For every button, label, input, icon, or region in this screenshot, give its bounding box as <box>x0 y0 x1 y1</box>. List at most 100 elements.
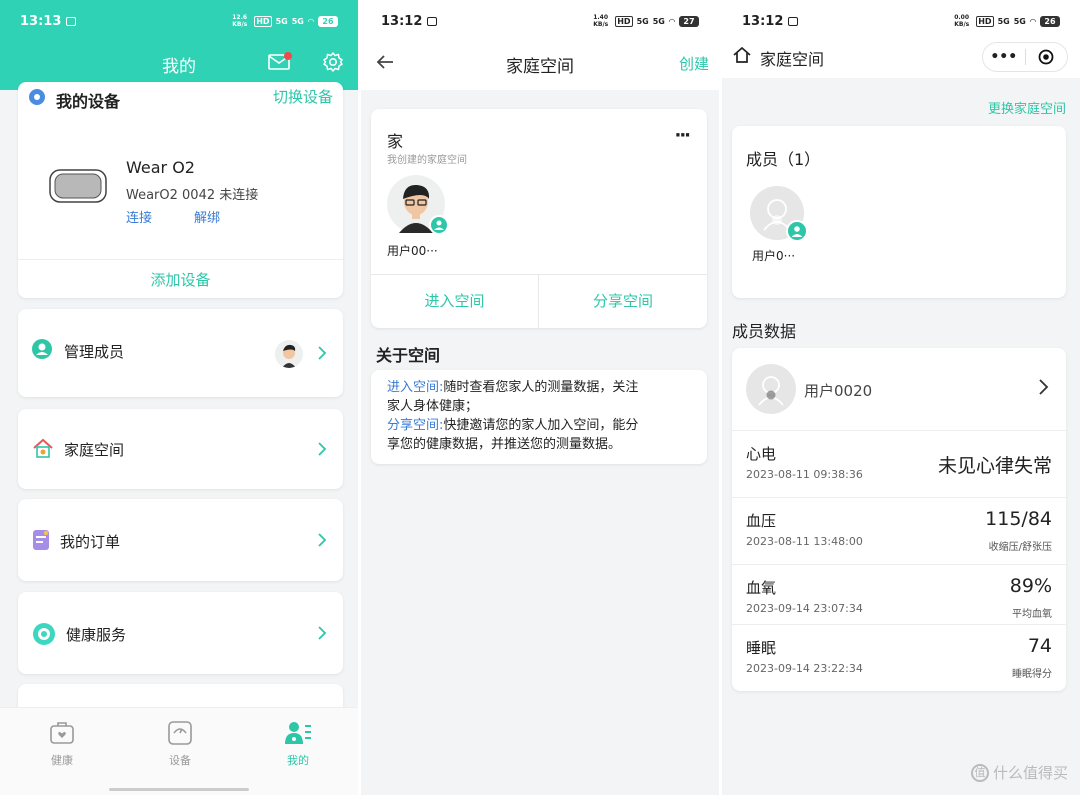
unbind-link[interactable]: 解绑 <box>194 207 220 226</box>
top-bar: 13:12 1.40 KB/s HD 5G 5G ◠ 27 家庭空间 创建 <box>361 0 719 90</box>
net-speed: 1.40 KB/s <box>593 14 609 28</box>
watch-device-icon <box>48 168 108 204</box>
battery-icon: 27 <box>679 15 699 27</box>
share-space-label: 分享空间 <box>592 292 653 310</box>
chevron-right-icon <box>1036 378 1050 396</box>
wifi-icon: ◠ <box>1029 16 1036 26</box>
mail-icon[interactable] <box>268 52 292 72</box>
member-avatar <box>387 175 449 235</box>
status-bar: 13:12 1.40 KB/s HD 5G 5G ◠ 27 <box>361 0 719 42</box>
about-enter-text-2: 家人身体健康； <box>387 399 479 414</box>
connect-link[interactable]: 连接 <box>126 207 152 226</box>
nav-device-label: 设备 <box>169 754 191 767</box>
metric-time: 2023-08-11 09:38:36 <box>746 468 863 481</box>
member-avatar <box>750 186 808 242</box>
signal-1: 5G <box>636 16 649 26</box>
my-devices-heading: 我的设备 <box>56 92 121 111</box>
nav-mine[interactable]: 我的 <box>258 720 338 768</box>
status-time: 13:12 <box>742 13 784 29</box>
nav-device[interactable]: 设备 <box>140 720 220 768</box>
metric-row-ecg[interactable]: 心电 2023-08-11 09:38:36 未见心律失常 <box>732 430 1066 497</box>
top-bar: 13:12 0.00 KB/s HD 5G 5G ◠ 26 家庭空间 ••• <box>722 0 1080 78</box>
wifi-icon: ◠ <box>668 16 675 26</box>
home-indicator <box>109 788 249 791</box>
chevron-right-icon <box>315 625 329 641</box>
hd-badge: HD <box>976 15 994 27</box>
signal-1: 5G <box>997 16 1010 26</box>
metric-row-blood-oxygen[interactable]: 血氧 2023-09-14 23:07:34 89% 平均血氧 <box>732 564 1066 631</box>
metric-time: 2023-09-14 23:22:34 <box>746 662 863 675</box>
about-share-text-1: 快捷邀请您的家人加入空间，能分 <box>443 418 639 433</box>
status-app-icon <box>427 16 438 26</box>
enter-space-button[interactable]: 进入空间 <box>371 274 538 328</box>
member-badge-icon <box>786 220 808 242</box>
chevron-right-icon <box>315 441 329 457</box>
metric-row-blood-pressure[interactable]: 血压 2023-08-11 13:48:00 115/84 收缩压/舒张压 <box>732 497 1066 564</box>
status-icons: 1.40 KB/s HD 5G 5G ◠ 27 <box>593 14 699 28</box>
about-enter-text-1: 随时查看您家人的测量数据，关注 <box>443 380 639 395</box>
manage-members-label: 管理成员 <box>64 343 125 361</box>
my-devices-card: 我的设备 切换设备 Wear O2 WearO2 0042 未连接 连接 解绑 … <box>18 82 343 298</box>
hd-badge: HD <box>254 15 272 27</box>
bottom-navigation: 健康 设备 我的 <box>0 707 358 795</box>
more-menu-icon[interactable]: ••• <box>983 49 1025 65</box>
metric-value: 74 <box>1027 635 1052 657</box>
settings-gear-icon[interactable] <box>322 51 344 73</box>
page-title: 家庭空间 <box>506 57 574 77</box>
metric-value: 115/84 <box>985 508 1052 530</box>
metric-value: 未见心律失常 <box>937 455 1052 477</box>
status-bar: 13:13 12.6 KB/s HD 5G 5G ◠ 26 <box>0 0 358 42</box>
my-orders-row[interactable]: 我的订单 <box>18 499 343 581</box>
metric-time: 2023-08-11 13:48:00 <box>746 535 863 548</box>
about-enter-key: 进入空间: <box>387 380 444 395</box>
metric-time: 2023-09-14 23:07:34 <box>746 602 863 615</box>
status-time: 13:12 <box>381 13 423 29</box>
share-space-button[interactable]: 分享空间 <box>539 274 707 328</box>
battery-icon: 26 <box>1040 15 1060 27</box>
family-space-row[interactable]: 家庭空间 <box>18 409 343 489</box>
chevron-right-icon <box>315 345 329 361</box>
device-gear-icon <box>28 88 46 106</box>
metric-sub-label: 睡眠得分 <box>1012 669 1052 680</box>
close-target-icon[interactable] <box>1026 49 1068 65</box>
health-service-row[interactable]: 健康服务 <box>18 592 343 674</box>
page-title: 家庭空间 <box>760 50 825 69</box>
my-orders-label: 我的订单 <box>60 533 121 551</box>
switch-space-link[interactable]: 更换家庭空间 <box>988 98 1066 117</box>
about-share-line-1: 分享空间:快捷邀请您的家人加入空间，能分 <box>387 416 691 435</box>
create-button[interactable]: 创建 <box>679 53 709 74</box>
notification-dot <box>284 52 292 60</box>
watermark-text: 什么值得买 <box>992 764 1068 782</box>
switch-device-link[interactable]: 切换设备 <box>273 86 333 107</box>
add-device-button[interactable]: 添加设备 <box>18 269 343 290</box>
nav-health[interactable]: 健康 <box>22 720 102 768</box>
manage-members-row[interactable]: 管理成员 <box>18 309 343 397</box>
space-subtitle: 我创建的家庭空间 <box>387 155 467 166</box>
metric-sub-label: 平均血氧 <box>1012 609 1052 620</box>
user-name: 用户0020 <box>804 382 873 400</box>
scale-icon <box>140 720 220 746</box>
metric-value: 89% <box>1009 575 1052 597</box>
status-app-icon <box>66 16 77 26</box>
member-badge-icon <box>429 215 449 235</box>
signal-2: 5G <box>652 16 665 26</box>
home-icon[interactable] <box>732 46 752 64</box>
profile-icon <box>258 720 338 746</box>
my-page-header: 13:13 12.6 KB/s HD 5G 5G ◠ 26 我的 <box>0 0 358 90</box>
member-avatar <box>275 340 303 368</box>
space-name: 家 <box>387 132 404 151</box>
metric-name: 睡眠 <box>746 639 777 657</box>
status-icons: 0.00 KB/s HD 5G 5G ◠ 26 <box>954 14 1060 28</box>
health-bag-icon <box>22 720 102 746</box>
family-space-label: 家庭空间 <box>64 441 125 459</box>
metric-name: 心电 <box>746 445 777 463</box>
divider <box>18 259 343 260</box>
user-row[interactable]: 用户0020 <box>732 348 1066 430</box>
about-share-key: 分享空间: <box>387 418 444 433</box>
signal-2: 5G <box>1013 16 1026 26</box>
more-menu-icon[interactable]: ··· <box>674 125 690 146</box>
health-service-label: 健康服务 <box>66 626 127 644</box>
order-icon <box>32 529 50 551</box>
about-share-text-2: 享您的健康数据，并推送您的测量数据。 <box>387 437 622 452</box>
metric-row-sleep[interactable]: 睡眠 2023-09-14 23:22:34 74 睡眠得分 <box>732 624 1066 691</box>
